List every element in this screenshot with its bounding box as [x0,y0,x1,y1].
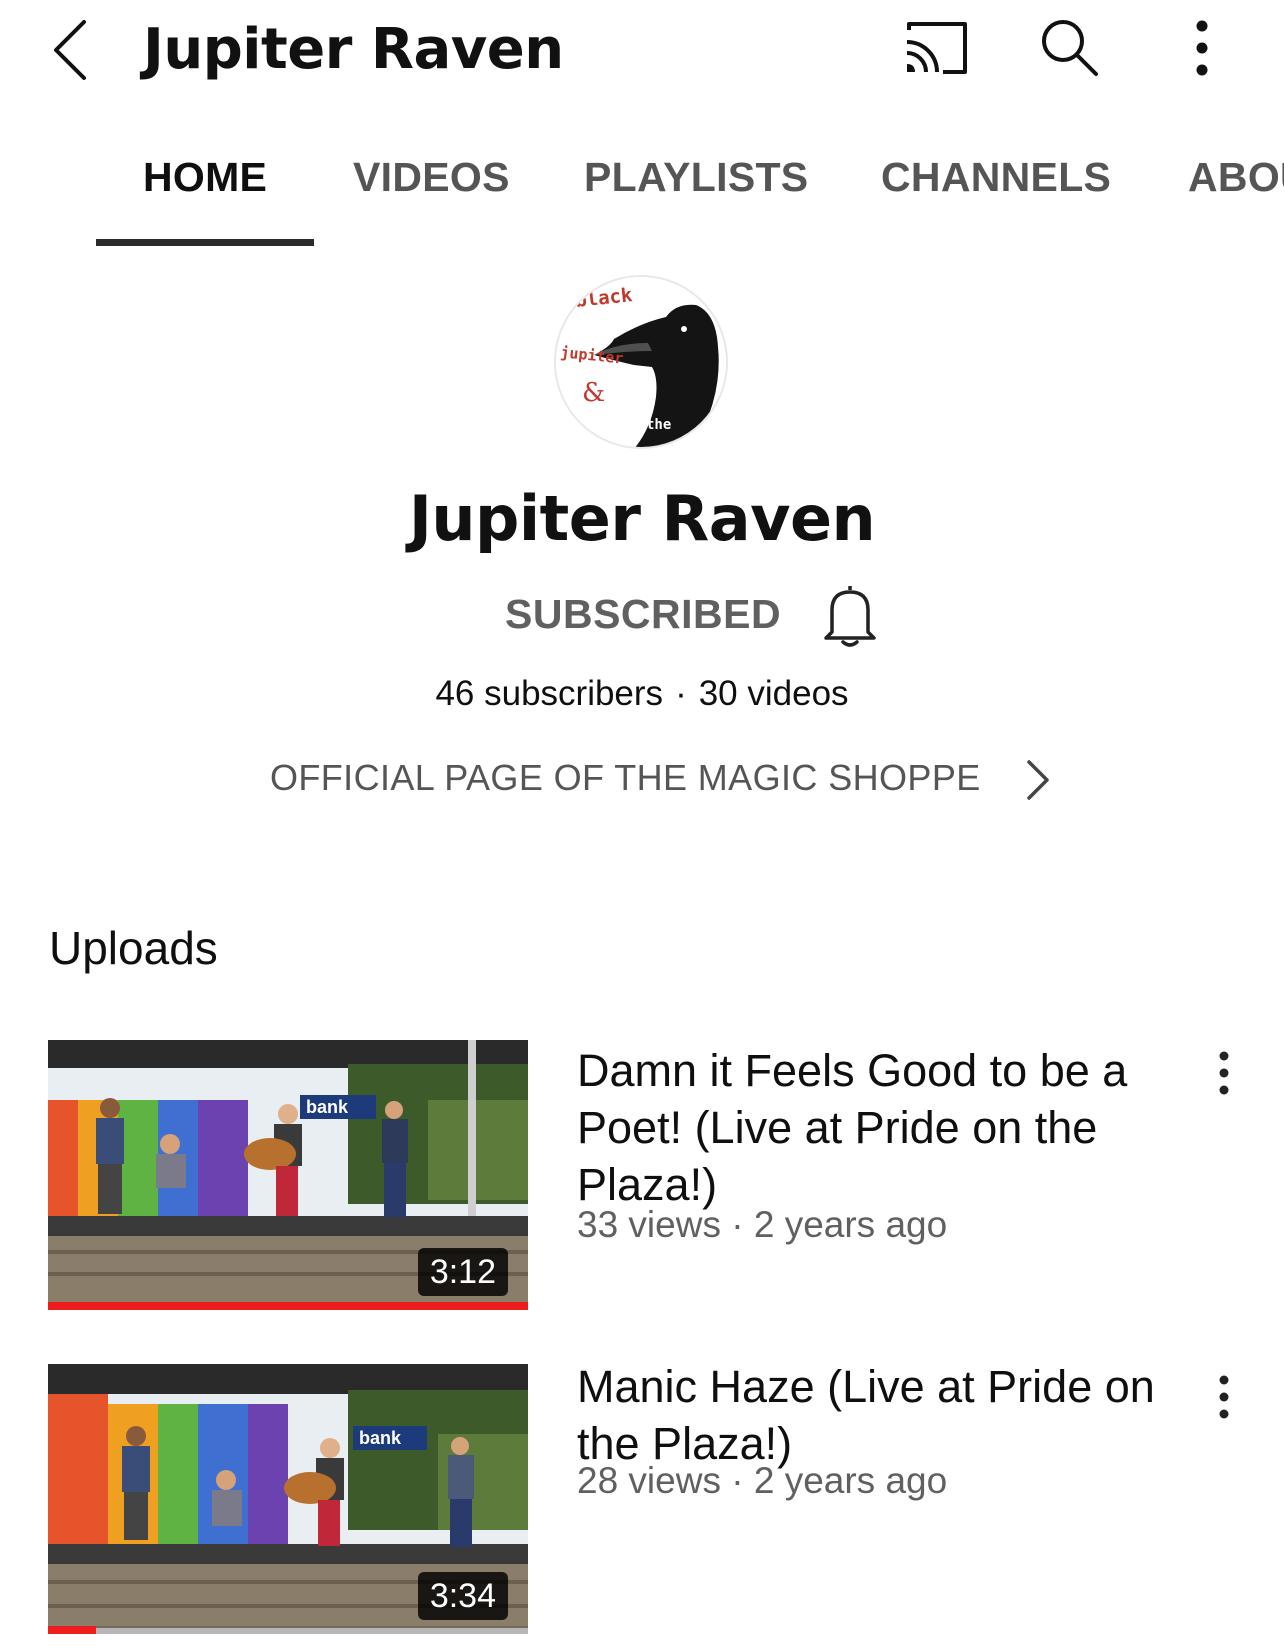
watch-progress-fill [48,1626,96,1634]
description-text: OFFICIAL PAGE OF THE MAGIC SHOPPE [270,757,981,798]
video-title[interactable]: Damn it Feels Good to be a Poet! (Live a… [577,1042,1157,1213]
logo-text-ampersand: & [582,378,605,408]
cast-button[interactable] [903,20,969,76]
channel-avatar[interactable]: black jupiter & the [554,275,728,449]
video-count: 30 videos [698,674,849,713]
search-button[interactable] [1038,16,1100,78]
video-duration-badge: 3:12 [417,1248,508,1296]
more-vert-icon [1219,1051,1229,1095]
search-icon [1042,20,1098,76]
video-list-item[interactable]: bank 3:12 Damn it Feels Good to be a Poe… [0,1040,1284,1320]
back-arrow-icon [54,20,86,80]
channel-tabs: HOME VIDEOS PLAYLISTS CHANNELS ABOUT [0,130,1284,246]
video-thumbnail[interactable]: bank 3:34 [48,1364,528,1634]
more-options-button[interactable] [1178,16,1226,80]
video-list-item[interactable]: bank 3:34 Manic Haze (Live at Pride on t… [0,1361,1284,1644]
active-tab-indicator [96,239,314,246]
watch-progress-bar [48,1302,528,1310]
video-more-button[interactable] [1206,1370,1242,1430]
video-meta: 28 views · 2 years ago [577,1460,948,1501]
tab-channels[interactable]: CHANNELS [881,152,1111,202]
top-app-bar: Jupiter Raven [0,0,1284,110]
logo-text-the: the [646,417,671,433]
tab-playlists[interactable]: PLAYLISTS [584,152,808,202]
channel-name: Jupiter Raven [408,482,876,555]
watch-progress-fill [48,1302,528,1310]
tab-about[interactable]: ABOUT [1188,152,1284,202]
stats-separator: · [675,674,687,713]
channel-stats: 46 subscribers · 30 videos [0,672,1284,716]
video-title[interactable]: Manic Haze (Live at Pride on the Plaza!) [577,1358,1157,1472]
notification-bell-button[interactable] [822,582,878,648]
more-vert-icon [1196,20,1208,76]
video-meta: 33 views · 2 years ago [577,1204,948,1245]
more-vert-icon [1219,1375,1229,1419]
back-button[interactable] [48,14,96,86]
thumbnail-sign-text: bank [359,1428,402,1448]
bell-icon [824,586,876,647]
page-title: Jupiter Raven [143,17,564,82]
thumbnail-sign-text: bank [306,1097,349,1117]
video-more-button[interactable] [1206,1046,1242,1106]
subscribed-button[interactable]: SUBSCRIBED [505,588,781,640]
uploads-section-title: Uploads [49,922,218,974]
subscriber-count: 46 subscribers [435,674,664,713]
video-duration-badge: 3:34 [417,1572,508,1620]
channel-description-link[interactable]: OFFICIAL PAGE OF THE MAGIC SHOPPE [270,750,1053,806]
video-thumbnail[interactable]: bank 3:12 [48,1040,528,1310]
watch-progress-bar [48,1626,528,1634]
tab-videos[interactable]: VIDEOS [353,152,510,202]
cast-icon [906,22,967,74]
raven-logo: black jupiter & the [556,277,726,447]
tab-home[interactable]: HOME [143,152,267,202]
chevron-right-icon [1027,760,1049,801]
